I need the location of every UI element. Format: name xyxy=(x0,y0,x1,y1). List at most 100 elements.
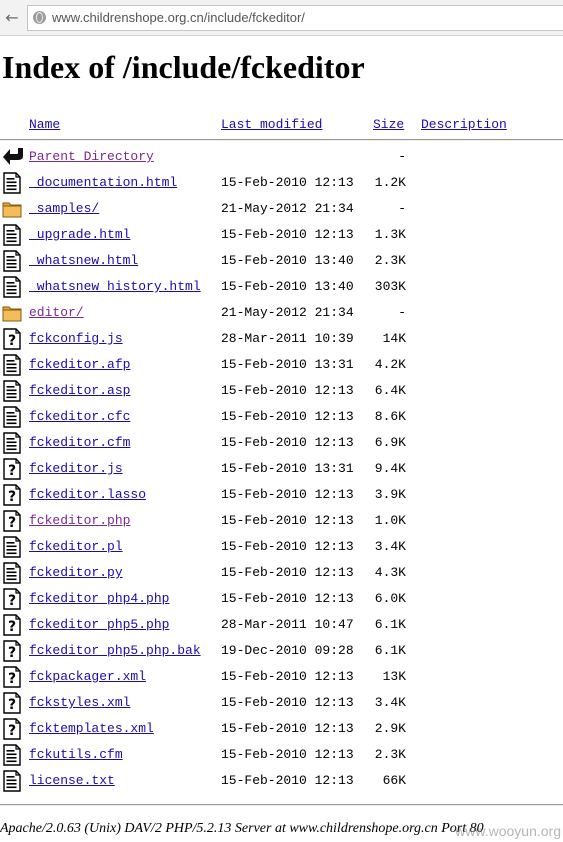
unknown-icon: ? xyxy=(2,692,21,714)
text-icon xyxy=(2,276,21,298)
file-link[interactable]: fckeditor.js xyxy=(29,460,123,478)
file-size: 6.4K xyxy=(374,383,406,398)
unknown-icon: ? xyxy=(2,588,21,610)
last-modified: 15-Feb-2010 12:13 xyxy=(221,669,354,684)
text-icon xyxy=(2,380,21,402)
file-size: - xyxy=(398,149,406,164)
unknown-icon: ? xyxy=(2,666,21,688)
text-icon xyxy=(2,536,21,558)
last-modified: 15-Feb-2010 12:13 xyxy=(221,227,354,242)
sort-by-modified-link[interactable]: Last modified xyxy=(221,116,322,134)
last-modified: 28-Mar-2011 10:47 xyxy=(221,617,354,632)
file-link[interactable]: Parent Directory xyxy=(29,148,154,166)
svg-text:?: ? xyxy=(8,333,16,349)
unknown-icon: ? xyxy=(2,640,21,662)
file-link[interactable]: fckeditor_php5.php.bak xyxy=(29,642,201,660)
last-modified: 15-Feb-2010 12:13 xyxy=(221,435,354,450)
file-link[interactable]: fckeditor.asp xyxy=(29,382,130,400)
file-size: 3.4K xyxy=(374,695,406,710)
file-link[interactable]: _whatsnew.html xyxy=(29,252,138,270)
list-item: ? fckeditor.php 15-Feb-2010 12:13 1.0K xyxy=(0,510,563,536)
text-icon xyxy=(2,562,21,584)
svg-text:?: ? xyxy=(8,515,16,531)
back-icon xyxy=(2,144,23,166)
list-item: _upgrade.html 15-Feb-2010 12:13 1.3K xyxy=(0,224,563,250)
svg-text:?: ? xyxy=(8,723,16,739)
text-icon xyxy=(2,172,21,194)
last-modified: 15-Feb-2010 12:13 xyxy=(221,383,354,398)
svg-text:?: ? xyxy=(8,489,16,505)
url-field[interactable]: www.childrenshope.org.cn/include/fckedit… xyxy=(27,5,563,31)
file-link[interactable]: _upgrade.html xyxy=(29,226,130,244)
folder-icon xyxy=(2,302,22,324)
file-link[interactable]: _samples/ xyxy=(29,200,99,218)
last-modified: 19-Dec-2010 09:28 xyxy=(221,643,354,658)
file-size: 1.2K xyxy=(374,175,406,190)
file-link[interactable]: editor/ xyxy=(29,304,84,322)
file-link[interactable]: fckstyles.xml xyxy=(29,694,130,712)
file-size: 8.6K xyxy=(374,409,406,424)
sort-by-description-link[interactable]: Description xyxy=(421,116,507,134)
list-item: fckeditor.pl 15-Feb-2010 12:13 3.4K xyxy=(0,536,563,562)
file-link[interactable]: _documentation.html xyxy=(29,174,177,192)
unknown-icon: ? xyxy=(2,614,21,636)
last-modified: 15-Feb-2010 12:13 xyxy=(221,721,354,736)
file-link[interactable]: fckeditor.py xyxy=(29,564,123,582)
file-size: - xyxy=(398,201,406,216)
svg-text:?: ? xyxy=(8,645,16,661)
file-size: - xyxy=(398,305,406,320)
file-size: 2.3K xyxy=(374,253,406,268)
file-size: 4.3K xyxy=(374,565,406,580)
file-listing: Parent Directory - _documentation.html 15-F… xyxy=(0,146,563,796)
list-item: _whatsnew.html 15-Feb-2010 13:40 2.3K xyxy=(0,250,563,276)
sort-by-size-link[interactable]: Size xyxy=(373,116,404,134)
file-link[interactable]: fckconfig.js xyxy=(29,330,123,348)
list-item: fckeditor.cfc 15-Feb-2010 12:13 8.6K xyxy=(0,406,563,432)
last-modified: 15-Feb-2010 13:40 xyxy=(221,253,354,268)
watermark: www.wooyun.org xyxy=(455,823,561,839)
file-link[interactable]: _whatsnew_history.html xyxy=(29,278,201,296)
file-link[interactable]: fckeditor.php xyxy=(29,512,130,530)
file-size: 14K xyxy=(382,331,406,346)
svg-text:?: ? xyxy=(8,593,16,609)
text-icon xyxy=(2,406,21,428)
file-link[interactable]: fckeditor.lasso xyxy=(29,486,146,504)
unknown-icon: ? xyxy=(2,458,21,480)
last-modified: 15-Feb-2010 12:13 xyxy=(221,591,354,606)
file-link[interactable]: fckutils.cfm xyxy=(29,746,123,764)
list-item: fckeditor.py 15-Feb-2010 12:13 4.3K xyxy=(0,562,563,588)
file-link[interactable]: fckeditor_php4.php xyxy=(29,590,169,608)
text-icon xyxy=(2,250,21,272)
file-link[interactable]: fckeditor.pl xyxy=(29,538,123,556)
file-size: 6.1K xyxy=(374,617,406,632)
unknown-icon: ? xyxy=(2,484,21,506)
list-item: ? fckeditor_php5.php 28-Mar-2011 10:47 6.1K xyxy=(0,614,563,640)
list-item: license.txt 15-Feb-2010 12:13 66K xyxy=(0,770,563,796)
text-icon xyxy=(2,432,21,454)
file-link[interactable]: fckeditor_php5.php xyxy=(29,616,169,634)
file-link[interactable]: license.txt xyxy=(29,772,115,790)
sort-by-name-link[interactable]: Name xyxy=(29,116,60,134)
file-size: 9.4K xyxy=(374,461,406,476)
file-size: 6.9K xyxy=(374,435,406,450)
svg-text:?: ? xyxy=(8,619,16,635)
file-link[interactable]: fckeditor.cfc xyxy=(29,408,130,426)
file-link[interactable]: fckeditor.cfm xyxy=(29,434,130,452)
browser-address-bar: ← www.childrenshope.org.cn/include/fcked… xyxy=(0,0,563,36)
folder-icon xyxy=(2,198,22,220)
back-arrow-icon[interactable]: ← xyxy=(3,9,21,27)
globe-icon xyxy=(33,11,46,24)
file-link[interactable]: fcktemplates.xml xyxy=(29,720,154,738)
file-link[interactable]: fckeditor.afp xyxy=(29,356,130,374)
last-modified: 15-Feb-2010 13:31 xyxy=(221,357,354,372)
last-modified: 15-Feb-2010 12:13 xyxy=(221,513,354,528)
list-item: fckutils.cfm 15-Feb-2010 12:13 2.3K xyxy=(0,744,563,770)
list-item: ? fckeditor.js 15-Feb-2010 13:31 9.4K xyxy=(0,458,563,484)
bottom-divider xyxy=(0,804,563,806)
url-text[interactable]: www.childrenshope.org.cn/include/fckedit… xyxy=(52,6,305,30)
list-item: ? fckeditor.lasso 15-Feb-2010 12:13 3.9K xyxy=(0,484,563,510)
last-modified: 15-Feb-2010 12:13 xyxy=(221,695,354,710)
file-size: 2.9K xyxy=(374,721,406,736)
file-size: 4.2K xyxy=(374,357,406,372)
file-link[interactable]: fckpackager.xml xyxy=(29,668,146,686)
